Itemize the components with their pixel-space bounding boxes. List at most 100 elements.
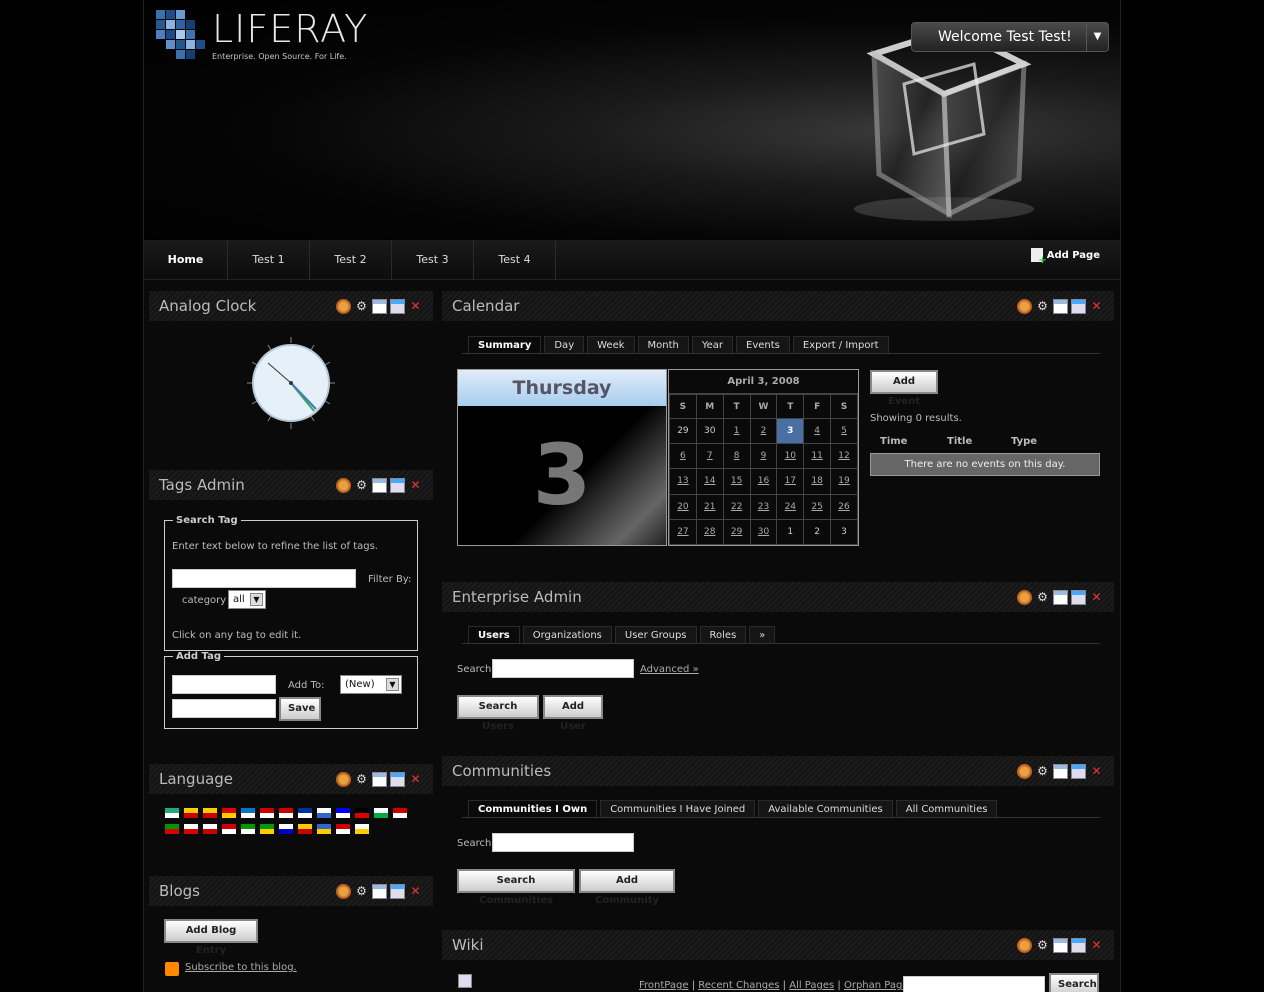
nav-item-test-3[interactable]: Test 3 (392, 240, 474, 280)
maximize-icon[interactable] (390, 478, 405, 493)
tab-month[interactable]: Month (637, 336, 689, 353)
tab-roles[interactable]: Roles (699, 626, 747, 643)
language-flag-icon[interactable] (355, 824, 369, 834)
calendar-day[interactable]: 15 (722, 468, 751, 495)
calendar-day[interactable]: 19 (830, 468, 858, 495)
minimize-icon[interactable] (372, 478, 387, 493)
language-flag-icon[interactable] (241, 808, 255, 818)
gear-icon[interactable]: ⚙ (354, 772, 369, 787)
calendar-day[interactable]: 3 (776, 417, 805, 445)
calendar-day[interactable]: 27 (669, 518, 697, 546)
search-users-button[interactable]: Search Users (457, 695, 539, 732)
language-flag-icon[interactable] (317, 808, 331, 818)
community-search-input[interactable] (492, 833, 634, 852)
wiki-page-icon[interactable] (458, 974, 472, 988)
rss-icon[interactable] (165, 962, 179, 976)
dropdown-arrow-icon[interactable]: ▼ (1086, 23, 1108, 51)
language-flag-icon[interactable] (298, 808, 312, 818)
maximize-icon[interactable] (1071, 938, 1086, 953)
palette-icon[interactable] (336, 478, 351, 493)
advanced-search-link[interactable]: Advanced » (640, 664, 699, 675)
calendar-day[interactable]: 24 (776, 493, 805, 520)
add-event-button[interactable]: Add Event (870, 370, 938, 407)
new-tag-input[interactable] (172, 675, 276, 694)
language-flag-icon[interactable] (184, 808, 198, 818)
user-search-input[interactable] (492, 659, 634, 678)
minimize-icon[interactable] (372, 299, 387, 314)
add-page-button[interactable]: Add Page (1030, 248, 1100, 266)
language-flag-icon[interactable] (260, 824, 274, 834)
language-flag-icon[interactable] (279, 808, 293, 818)
language-flag-icon[interactable] (203, 824, 217, 834)
nav-item-test-4[interactable]: Test 4 (474, 240, 556, 280)
language-flag-icon[interactable] (298, 824, 312, 834)
language-flag-icon[interactable] (393, 808, 407, 818)
tab-export-import[interactable]: Export / Import (792, 336, 889, 353)
tab-communities-i-own[interactable]: Communities I Own (468, 800, 598, 817)
tab-year[interactable]: Year (691, 336, 734, 353)
tab-more[interactable]: » (749, 626, 776, 643)
tag-properties-input[interactable] (172, 699, 276, 718)
gear-icon[interactable]: ⚙ (1035, 764, 1050, 779)
gear-icon[interactable]: ⚙ (1035, 938, 1050, 953)
calendar-day[interactable]: 30 (749, 518, 778, 546)
language-flag-icon[interactable] (222, 808, 236, 818)
save-button[interactable]: Save (279, 697, 321, 721)
maximize-icon[interactable] (390, 884, 405, 899)
language-flag-icon[interactable] (203, 808, 217, 818)
maximize-icon[interactable] (1071, 299, 1086, 314)
liferay-logo[interactable]: LIFERAY Enterprise. Open Source. For Lif… (156, 10, 367, 61)
tab-events[interactable]: Events (736, 336, 790, 353)
language-flag-icon[interactable] (336, 824, 350, 834)
calendar-day[interactable]: 9 (749, 443, 778, 470)
category-select[interactable]: all ▼ (228, 590, 266, 609)
calendar-day[interactable]: 10 (776, 443, 805, 470)
language-flag-icon[interactable] (374, 808, 388, 818)
add-to-select[interactable]: (New) ▼ (340, 675, 402, 694)
language-flag-icon[interactable] (317, 824, 331, 834)
palette-icon[interactable] (336, 772, 351, 787)
close-icon[interactable]: ✕ (1089, 938, 1104, 953)
calendar-day[interactable]: 18 (803, 468, 832, 495)
wiki-search-input[interactable] (903, 976, 1045, 992)
language-flag-icon[interactable] (165, 808, 179, 818)
language-flag-icon[interactable] (336, 808, 350, 818)
maximize-icon[interactable] (1071, 590, 1086, 605)
calendar-day[interactable]: 4 (803, 417, 832, 445)
tab-all-communities[interactable]: All Communities (895, 800, 998, 817)
wiki-link-recent-changes[interactable]: Recent Changes (698, 980, 779, 991)
calendar-day[interactable]: 28 (695, 518, 724, 546)
calendar-day[interactable]: 16 (749, 468, 778, 495)
gear-icon[interactable]: ⚙ (354, 884, 369, 899)
minimize-icon[interactable] (1053, 764, 1068, 779)
calendar-day[interactable]: 8 (722, 443, 751, 470)
tag-search-input[interactable] (172, 569, 356, 588)
calendar-day[interactable]: 30 (695, 417, 724, 445)
minimize-icon[interactable] (1053, 299, 1068, 314)
calendar-day[interactable]: 6 (669, 443, 697, 470)
language-flag-icon[interactable] (279, 824, 293, 834)
calendar-day[interactable]: 29 (669, 417, 697, 445)
close-icon[interactable]: ✕ (408, 299, 423, 314)
calendar-day[interactable]: 2 (803, 518, 832, 546)
tab-communities-joined[interactable]: Communities I Have Joined (600, 800, 756, 817)
calendar-day[interactable]: 29 (722, 518, 751, 546)
maximize-icon[interactable] (1071, 764, 1086, 779)
language-flag-icon[interactable] (260, 808, 274, 818)
wiki-link-all-pages[interactable]: All Pages (789, 980, 834, 991)
calendar-day[interactable]: 3 (830, 518, 858, 546)
calendar-day[interactable]: 22 (722, 493, 751, 520)
palette-icon[interactable] (1017, 590, 1032, 605)
nav-item-test-1[interactable]: Test 1 (228, 240, 310, 280)
calendar-day[interactable]: 11 (803, 443, 832, 470)
calendar-day[interactable]: 1 (776, 518, 805, 546)
minimize-icon[interactable] (1053, 938, 1068, 953)
close-icon[interactable]: ✕ (1089, 590, 1104, 605)
calendar-day[interactable]: 25 (803, 493, 832, 520)
wiki-link-frontpage[interactable]: FrontPage (639, 980, 689, 991)
tab-day[interactable]: Day (544, 336, 585, 353)
gear-icon[interactable]: ⚙ (354, 299, 369, 314)
calendar-day[interactable]: 13 (669, 468, 697, 495)
tab-week[interactable]: Week (587, 336, 635, 353)
tab-organizations[interactable]: Organizations (522, 626, 612, 643)
